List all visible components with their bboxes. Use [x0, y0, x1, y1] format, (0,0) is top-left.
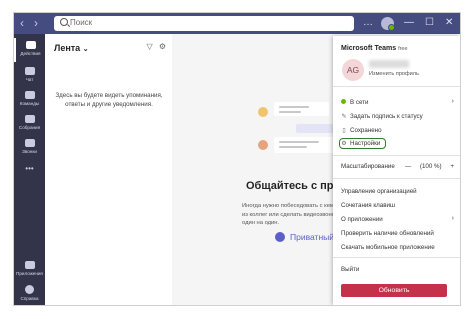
avatar[interactable]	[381, 17, 395, 31]
chevron-left-icon[interactable]: ‹	[20, 16, 24, 30]
app-name: Microsoft Teams	[341, 45, 397, 52]
search-icon	[60, 18, 68, 26]
text-line	[279, 141, 319, 143]
update-button[interactable]: Обновить	[341, 284, 447, 297]
chevron-right-icon[interactable]: ›	[34, 16, 38, 30]
feed-title[interactable]: Лента ⌄	[54, 43, 89, 53]
rail-item-label: Чат	[25, 77, 34, 82]
play-icon	[275, 232, 285, 242]
zoom-in-button[interactable]: +	[450, 163, 454, 170]
rail-item-calls[interactable]: Звонки	[14, 136, 45, 160]
status-label: В сети	[350, 99, 369, 106]
rail-item-label: Справка	[20, 296, 39, 301]
feed-empty-text: Здесь вы будете видеть упоминания, ответ…	[55, 92, 163, 108]
title-bar: ‹ › Поиск … — ☐ ✕	[14, 13, 460, 34]
keyboard-shortcuts-item[interactable]: Сочетания клавиш	[341, 202, 395, 209]
check-updates-item[interactable]: Проверить наличие обновлений	[341, 230, 434, 237]
online-status-icon	[341, 99, 346, 104]
status-item[interactable]: В сети	[341, 99, 368, 106]
activity-feed: Лента ⌄ ▽ ⚙ Здесь вы будете видеть упоми…	[45, 34, 173, 305]
profile-menu: Microsoft Teams free AG Изменить профиль…	[333, 36, 460, 305]
sign-out-item[interactable]: Выйти	[341, 266, 359, 273]
rail-item-label: Команды	[19, 101, 40, 106]
avatar[interactable]: AG	[342, 59, 364, 81]
person-icon	[258, 140, 268, 150]
user-name-blurred	[369, 60, 409, 68]
gear-icon[interactable]: ⚙	[159, 42, 166, 51]
zoom-control: — (100 %) +	[405, 163, 454, 170]
text-line	[279, 106, 309, 108]
chevron-right-icon: ›	[451, 98, 454, 105]
rail-item-label: Действия	[20, 51, 41, 56]
text-line	[279, 111, 301, 113]
menu-header: Microsoft Teams free	[341, 45, 408, 52]
saved-item[interactable]: ▯ Сохранено	[341, 127, 382, 134]
feed-actions: ▽ ⚙	[146, 42, 166, 51]
change-profile-link[interactable]: Изменить профиль	[369, 71, 419, 77]
page-title: Общайтесь с при	[246, 180, 341, 192]
rail-item-label: Собрания	[18, 125, 41, 130]
calendar-icon	[24, 115, 35, 123]
manage-org-item[interactable]: Управление организацией	[341, 188, 417, 195]
chat-icon	[24, 67, 35, 75]
rail-item-activity[interactable]: Действия	[14, 38, 45, 62]
about-item[interactable]: О приложении	[341, 216, 383, 223]
apps-icon	[24, 261, 35, 269]
app-tier: free	[398, 46, 408, 52]
rail-item-label: Звонки	[22, 149, 37, 154]
pencil-icon: ✎	[341, 114, 347, 120]
maximize-button[interactable]: ☐	[425, 16, 434, 30]
online-status-dot	[388, 24, 395, 31]
zoom-out-button[interactable]: —	[405, 163, 411, 170]
rail-item-teams[interactable]: Команды	[14, 88, 45, 112]
settings-label: Настройки	[350, 140, 381, 147]
page-subtitle: Иногда нужно побеседовать с кем-то из ко…	[242, 203, 342, 226]
rail-item-apps[interactable]: Приложения	[14, 258, 45, 282]
chevron-right-icon: ›	[451, 215, 454, 222]
set-status-message-item[interactable]: ✎ Задать подпись к статусу	[341, 113, 423, 120]
more-options-button[interactable]: …	[363, 16, 373, 30]
divider	[333, 257, 460, 258]
divider	[333, 178, 460, 179]
minimize-button[interactable]: —	[404, 16, 414, 30]
feed-title-label: Лента	[54, 43, 81, 53]
teams-icon	[24, 91, 35, 99]
rail-item-label: Приложения	[16, 271, 43, 276]
search-placeholder: Поиск	[70, 18, 93, 27]
filter-icon[interactable]: ▽	[146, 42, 152, 51]
set-status-label: Задать подпись к статусу	[350, 113, 423, 120]
divider	[333, 86, 460, 87]
saved-label: Сохранено	[350, 127, 382, 134]
help-icon	[25, 285, 34, 294]
text-line	[279, 146, 307, 148]
rail-item-chat[interactable]: Чат	[14, 64, 45, 88]
rail-item-meetings[interactable]: Собрания	[14, 112, 45, 136]
chevron-down-icon: ⌄	[82, 46, 89, 53]
gear-icon: ⚙	[341, 141, 347, 147]
divider	[333, 155, 460, 156]
zoom-label: Масштабирование	[341, 163, 395, 170]
zoom-value: (100 %)	[419, 163, 442, 170]
message-bubble	[274, 137, 336, 153]
more-icon: •••	[25, 164, 34, 173]
close-button[interactable]: ✕	[445, 16, 453, 30]
download-mobile-item[interactable]: Скачать мобильное приложение	[341, 244, 435, 251]
rail-item-help[interactable]: Справка	[14, 282, 45, 305]
teams-window: ‹ › Поиск … — ☐ ✕ Действия Чат Команды С…	[14, 13, 460, 305]
settings-item[interactable]: ⚙ Настройки	[341, 140, 380, 147]
rail-item-more[interactable]: •••	[14, 162, 45, 186]
bell-icon	[25, 41, 36, 49]
message-bubble	[274, 102, 329, 116]
bookmark-icon: ▯	[342, 128, 346, 134]
phone-icon	[24, 139, 35, 147]
search-input[interactable]: Поиск	[54, 16, 354, 31]
app-bar: Действия Чат Команды Собрания Звонки •••…	[14, 34, 45, 305]
person-icon	[258, 107, 268, 117]
